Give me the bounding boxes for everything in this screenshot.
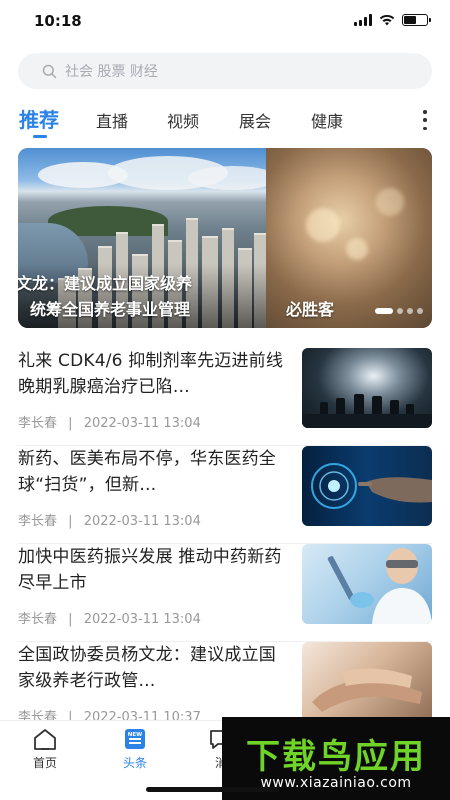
news-author: 李长春 — [18, 612, 58, 627]
search-placeholder: 社会 股票 财经 — [65, 64, 158, 80]
status-bar: 10:18 — [0, 0, 450, 44]
carousel-page-indicator — [375, 308, 423, 314]
news-title: 全国政协委员杨文龙：建议成立国家级养老行政管… — [18, 645, 276, 691]
news-separator: | — [68, 416, 73, 431]
watermark-text: 下载鸟应用 — [246, 737, 426, 777]
cellular-signal-icon — [354, 14, 372, 26]
active-tab-indicator — [33, 135, 47, 138]
tab-recommend[interactable]: 推荐 — [19, 104, 59, 133]
search-input[interactable]: 社会 股票 财经 — [18, 53, 432, 89]
news-author: 李长春 — [18, 416, 58, 431]
banner-carousel[interactable]: 文龙：建议成立国家级养 统筹全国养老事业管理 必胜客 — [18, 148, 432, 328]
wifi-icon — [379, 14, 395, 26]
nav-headlines[interactable]: NEW 头条 — [110, 727, 160, 771]
elderly-hands-image — [302, 642, 432, 722]
news-separator: | — [68, 514, 73, 529]
news-title: 新药、医美布局不停，华东医药全球“扫货”，但新… — [18, 449, 276, 495]
home-indicator — [146, 787, 280, 792]
news-date: 2022-03-11 13:04 — [83, 514, 201, 529]
category-tabs: 推荐 直播 视频 展会 健康 — [0, 104, 450, 138]
news-meta: 李长春 | 2022-03-11 13:04 — [18, 510, 201, 529]
news-item[interactable]: 礼来 CDK4/6 抑制剂率先迈进前线 晚期乳腺癌治疗已陷… 李长春 | 202… — [18, 348, 432, 446]
news-date: 2022-03-11 13:04 — [83, 612, 201, 627]
news-icon: NEW — [125, 729, 145, 749]
tab-video[interactable]: 视频 — [167, 108, 199, 132]
nav-home[interactable]: 首页 — [20, 727, 70, 771]
news-title: 加快中医药振兴发展 推动中药新药尽早上市 — [18, 547, 282, 593]
news-meta: 李长春 | 2022-03-11 13:04 — [18, 608, 201, 627]
news-meta: 李长春 | 2022-03-11 13:04 — [18, 412, 201, 431]
news-author: 李长春 — [18, 514, 58, 529]
new-badge: NEW — [128, 732, 142, 738]
tab-expo[interactable]: 展会 — [239, 108, 271, 132]
news-item[interactable]: 加快中医药振兴发展 推动中药新药尽早上市 李长春 | 2022-03-11 13… — [18, 544, 432, 642]
nav-home-label: 首页 — [32, 756, 57, 770]
news-item[interactable]: 新药、医美布局不停，华东医药全球“扫货”，但新… 李长春 | 2022-03-1… — [18, 446, 432, 544]
search-icon — [42, 64, 57, 78]
nav-headlines-label: 头条 — [122, 756, 147, 770]
home-icon — [34, 729, 56, 750]
banner-caption-line2: 统筹全国养老事业管理 — [30, 300, 191, 319]
battery-icon — [402, 14, 431, 26]
status-icons — [354, 14, 431, 26]
banner-caption-line1: 文龙：建议成立国家级养 — [18, 274, 193, 293]
status-time: 10:18 — [34, 12, 82, 30]
banner-caption-slide2: 必胜客 — [286, 300, 335, 319]
more-tabs-icon[interactable] — [420, 110, 430, 130]
news-title: 礼来 CDK4/6 抑制剂率先迈进前线 晚期乳腺癌治疗已陷… — [18, 351, 284, 397]
tab-live[interactable]: 直播 — [96, 108, 128, 132]
hand-digital-tech-image — [302, 446, 432, 526]
news-date: 2022-03-11 13:04 — [83, 416, 201, 431]
news-separator: | — [68, 612, 73, 627]
chess-pieces-image — [302, 348, 432, 428]
lab-researcher-image — [302, 544, 432, 624]
tab-health[interactable]: 健康 — [311, 108, 343, 132]
